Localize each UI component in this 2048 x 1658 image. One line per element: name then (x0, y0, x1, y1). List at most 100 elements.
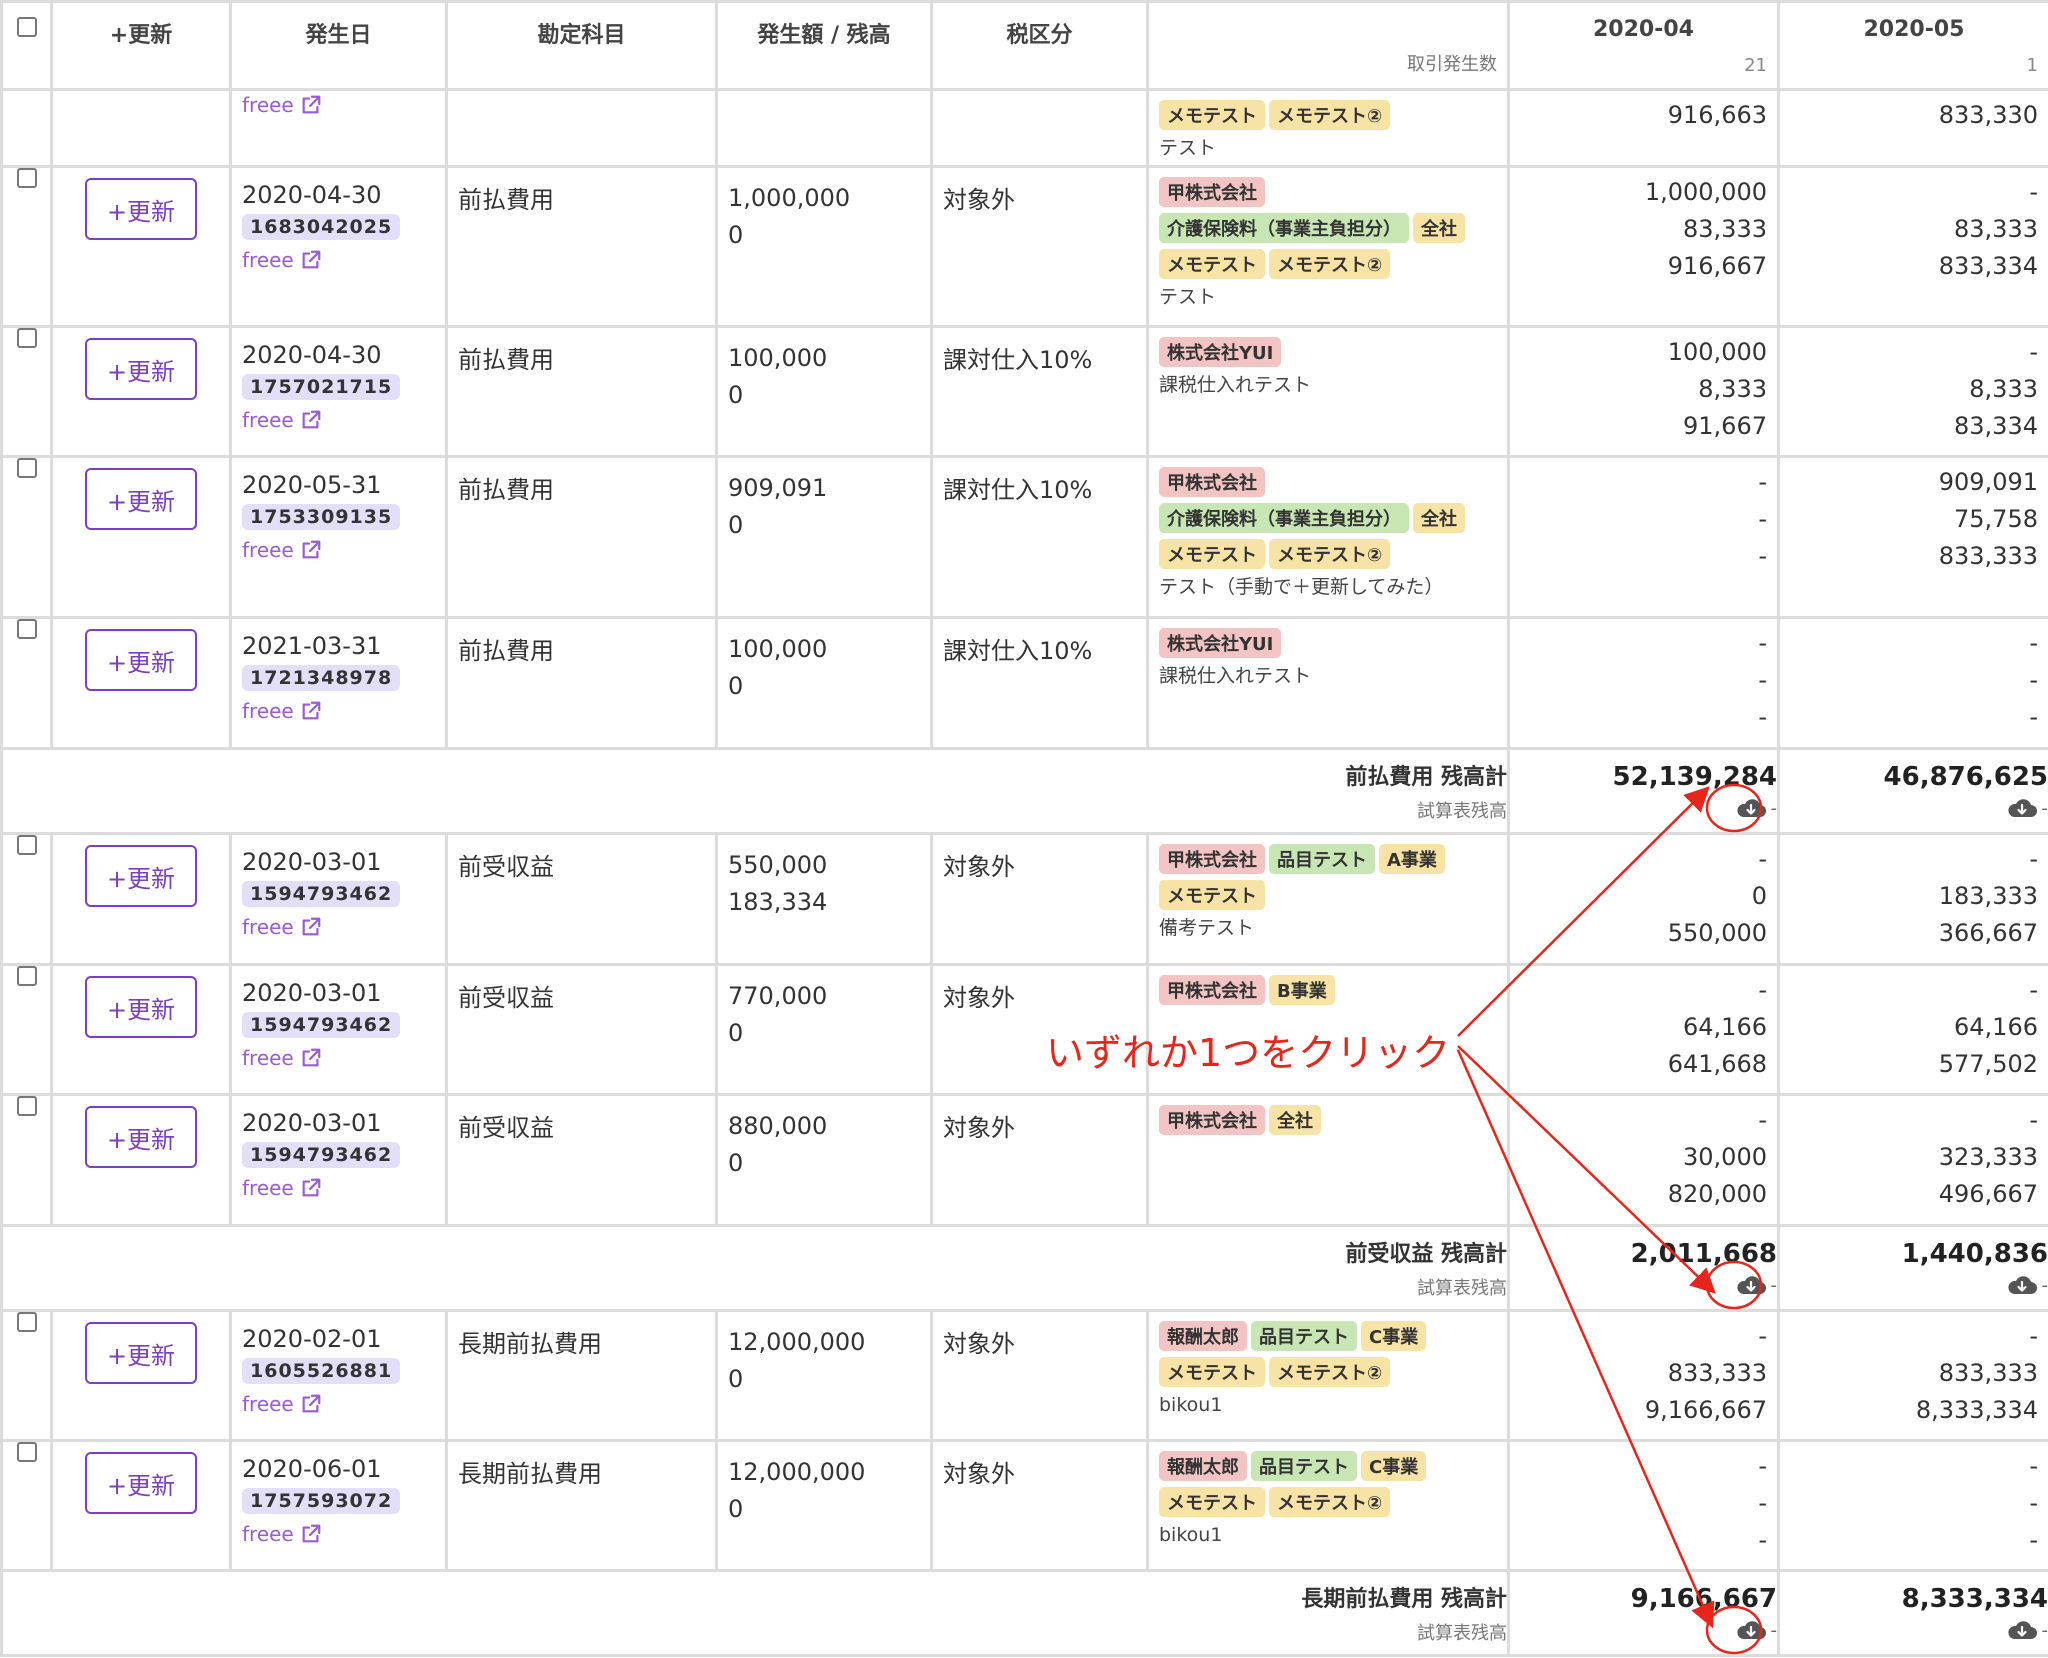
download-line: - (1782, 1618, 2047, 1642)
update-button[interactable]: +更新 (85, 1452, 197, 1514)
table-row: +更新 2020-03-01 1594793462 freee 前受収益 880,000 0… (0, 1093, 2048, 1227)
select-all-checkbox[interactable] (16, 17, 37, 37)
freee-link[interactable]: freee (234, 907, 444, 939)
month-value: 8,333 (1698, 375, 1767, 403)
tag-badge: A事業 (1379, 844, 1445, 874)
freee-link[interactable]: freee (234, 1038, 444, 1070)
update-button[interactable]: +更新 (85, 845, 197, 907)
freee-link[interactable]: freee (234, 400, 444, 432)
external-link-icon (302, 1524, 321, 1543)
freee-link-label: freee (242, 248, 294, 272)
download-line: - (1512, 1273, 1776, 1297)
month-2-cell: - 83,333 833,334 (1777, 165, 2048, 328)
occurrence-amount: 880,000 (728, 1112, 828, 1140)
month-1-cell-values: - - - (1512, 460, 1776, 576)
tax-category: 対象外 (943, 1330, 1015, 1358)
row-checkbox[interactable] (16, 1443, 37, 1462)
select-cell (0, 616, 53, 750)
subtotal-month-2-cell: 1,440,836 - (1777, 1224, 2048, 1312)
month-2-cell: - 64,166 577,502 (1777, 963, 2048, 1096)
tag-line: メモテスト メモテスト② (1159, 536, 1506, 572)
freee-link-label: freee (242, 699, 294, 723)
row-checkbox[interactable] (16, 329, 37, 348)
subtotal-value: 8,333,334 (1901, 1584, 2048, 1614)
month-value: 64,166 (1954, 1013, 2038, 1041)
update-button[interactable]: +更新 (85, 338, 197, 400)
month-value: - (1758, 976, 1767, 1004)
occurrence-amount: 100,000 (728, 635, 828, 663)
freee-link[interactable]: freee (234, 1168, 444, 1200)
row-checkbox[interactable] (16, 459, 37, 478)
freee-link[interactable]: freee (234, 1514, 444, 1546)
cloud-download-icon[interactable] (1735, 796, 1767, 820)
memo-note: bikou1 (1159, 1524, 1223, 1546)
column-header-month-2[interactable]: 2020-05 1 (1777, 0, 2048, 91)
update-button[interactable]: +更新 (85, 1106, 197, 1168)
column-header-date[interactable]: 発生日 (229, 0, 448, 91)
column-header-month-1[interactable]: 2020-04 21 (1507, 0, 1780, 91)
month-2-cell: - 323,333 496,667 (1777, 1093, 2048, 1227)
row-checkbox[interactable] (16, 1097, 37, 1116)
table-row: +更新 2020-04-30 1757021715 freee 前払費用 100,000 0… (0, 325, 2048, 458)
tag-line: メモテスト メモテスト② (1159, 246, 1506, 282)
remaining-balance: 0 (728, 221, 744, 249)
amount-values: 1,000,000 0 (720, 170, 929, 255)
account-name: 前払費用 (458, 637, 554, 665)
freee-link[interactable]: freee (234, 93, 444, 117)
cloud-download-icon[interactable] (1735, 1618, 1767, 1642)
tax-category: 対象外 (943, 853, 1015, 881)
month-value: 550,000 (1667, 919, 1767, 947)
month-1-cell-values: 1,000,000 83,333 916,667 (1512, 170, 1776, 286)
cloud-download-icon[interactable] (2006, 796, 2038, 820)
freee-link[interactable]: freee (234, 1384, 444, 1416)
trial-balance-value: - (2041, 1274, 2048, 1296)
subtotal-month-1-cell: 52,139,284 - (1507, 747, 1780, 835)
freee-link[interactable]: freee (234, 240, 444, 272)
row-checkbox[interactable] (16, 836, 37, 855)
row-checkbox[interactable] (16, 1313, 37, 1332)
account-cell: 前払費用 (445, 325, 718, 458)
cloud-download-icon[interactable] (1735, 1273, 1767, 1297)
update-button[interactable]: +更新 (85, 629, 197, 691)
month-value: - (2029, 1526, 2038, 1554)
account-name: 前受収益 (458, 853, 554, 881)
tax-cell: 課対仕入10% (930, 455, 1149, 619)
tax-cell: 対象外 (930, 1093, 1149, 1227)
external-link-icon (302, 540, 321, 559)
subtotal-month-2-cell: 8,333,334 - (1777, 1569, 2048, 1657)
trial-balance-value: - (2041, 797, 2048, 819)
tag-line: 株式会社YUI (1159, 334, 1506, 370)
external-link-icon (302, 917, 321, 936)
memo-note: 課税仕入れテスト (1159, 374, 1312, 396)
date-cell: 2020-02-01 1605526881 freee (229, 1309, 448, 1442)
tag-badge: メモテスト (1159, 100, 1265, 130)
date-cell: 2021-03-31 1721348978 freee (229, 616, 448, 750)
row-checkbox[interactable] (16, 967, 37, 986)
update-button[interactable]: +更新 (85, 468, 197, 530)
table-row: +更新 2020-05-31 1753309135 freee 前払費用 909,091 0… (0, 455, 2048, 619)
amount-cell: 550,000 183,334 (715, 832, 933, 966)
transaction-date: 2020-03-01 (242, 1109, 382, 1137)
tag-line: 報酬太郎 品目テスト C事業 (1159, 1318, 1506, 1354)
transaction-date: 2020-06-01 (242, 1455, 382, 1483)
tag-line: メモテスト (1159, 877, 1506, 913)
subtotal-value: 9,166,667 (1630, 1584, 1777, 1614)
freee-link[interactable]: freee (234, 691, 444, 723)
month-value: - (2029, 338, 2038, 366)
month-2-cell-values: - 64,166 577,502 (1782, 968, 2047, 1084)
transaction-date: 2021-03-31 (242, 632, 382, 660)
memo-note: 課税仕入れテスト (1159, 665, 1312, 687)
row-checkbox[interactable] (16, 620, 37, 639)
amount-cell: 12,000,000 0 (715, 1309, 933, 1442)
memo-tags: 甲株式会社 介護保険料（事業主負担分） 全社 メモテスト メモテスト② テスト（手動で＋更… (1151, 460, 1506, 603)
update-button[interactable]: +更新 (85, 976, 197, 1038)
month-2-cell: 909,091 75,758 833,333 (1777, 455, 2048, 619)
trial-balance-label: 試算表残高 (1417, 1623, 1507, 1644)
freee-link[interactable]: freee (234, 530, 444, 562)
cloud-download-icon[interactable] (2006, 1273, 2038, 1297)
update-button[interactable]: +更新 (85, 178, 197, 240)
subtotal-row: 前受収益 残高計 試算表残高 2,011,668 - 1,440,836 - (0, 1224, 2048, 1312)
update-button[interactable]: +更新 (85, 1322, 197, 1384)
cloud-download-icon[interactable] (2006, 1618, 2038, 1642)
row-checkbox[interactable] (16, 169, 37, 188)
